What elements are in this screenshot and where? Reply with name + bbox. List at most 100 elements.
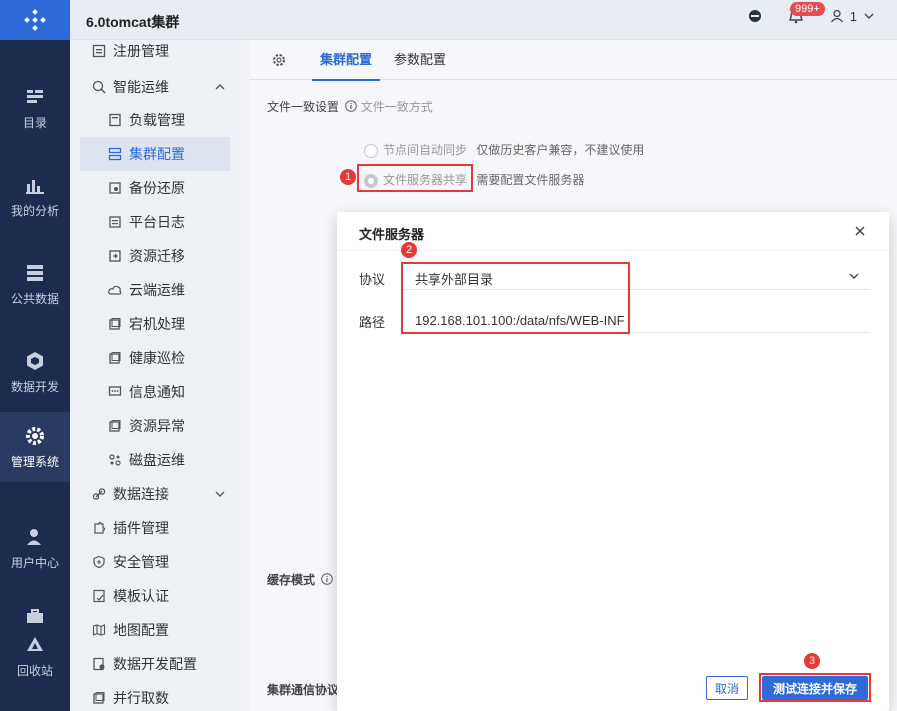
dialog-title: 文件服务器	[359, 227, 425, 242]
path-label: 路径	[359, 315, 386, 330]
annotation-box-1	[357, 164, 473, 192]
notification-badge: 999+	[790, 2, 825, 16]
cache-mode-section: 缓存模式	[267, 571, 334, 588]
migration-icon	[109, 250, 121, 262]
dialog-divider	[337, 250, 889, 251]
catalog-icon	[27, 89, 43, 103]
tab-cluster-config[interactable]: 集群配置	[312, 40, 381, 81]
sidebar-item-resource-error[interactable]: 资源异常	[70, 409, 240, 443]
rail-label: 管理系统	[10, 454, 59, 469]
sidebar-item-smart-ops[interactable]: 智能运维	[70, 70, 240, 104]
user-label: 1	[849, 8, 857, 24]
avatar-icon	[830, 9, 843, 23]
sidebar-item-migration[interactable]: 资源迁移	[70, 239, 240, 273]
rail-item-catalog[interactable]: 目录	[0, 73, 70, 143]
cancel-button[interactable]: 取消	[706, 676, 748, 700]
app-logo[interactable]	[0, 0, 70, 40]
map-icon	[92, 624, 106, 636]
sidebar-item-backup[interactable]: 备份还原	[70, 171, 240, 205]
downtime-icon	[109, 318, 121, 330]
analysis-icon	[26, 179, 44, 194]
app-title: 6.0tomcat集群	[86, 14, 180, 30]
file-server-dialog: 文件服务器 协议 共享外部目录 路径 192.168.101.100:/data…	[337, 212, 889, 711]
theme-icon[interactable]	[748, 9, 762, 23]
rail-item-recycle[interactable]: 回收站	[0, 597, 70, 687]
annotation-box-2	[401, 262, 630, 334]
ops-icon	[92, 80, 106, 94]
sidebar-item-register[interactable]: 注册管理	[70, 34, 240, 68]
shield-icon	[93, 555, 105, 569]
gear-icon	[26, 426, 44, 445]
chevron-up-icon	[215, 84, 225, 90]
radio-auto-sync[interactable]	[364, 143, 378, 158]
parallel-icon	[93, 692, 105, 704]
load-icon	[109, 113, 121, 127]
file-consistency-section: 文件一致设置 文件一致方式	[267, 98, 433, 115]
chevron-down-icon[interactable]	[848, 270, 860, 282]
protocol-label: 协议	[359, 272, 386, 287]
backup-icon	[109, 182, 121, 194]
sidebar-item-plugins[interactable]: 插件管理	[70, 511, 240, 545]
resource-error-icon	[109, 420, 121, 432]
sidebar-item-template-auth[interactable]: 模板认证	[70, 579, 240, 613]
rail-label: 公共数据	[10, 291, 59, 306]
sidebar-item-cloud[interactable]: 云端运维	[70, 273, 240, 307]
sidebar-item-notify[interactable]: 信息通知	[70, 375, 240, 409]
cache-mode-label: 缓存模式	[267, 573, 316, 587]
cluster-comm-label: 集群通信协议	[267, 683, 340, 697]
user-icon	[27, 528, 41, 545]
file-consistency-hint: 文件一致方式	[360, 100, 433, 114]
rail-label: 数据开发	[10, 379, 59, 394]
info-icon[interactable]	[321, 573, 334, 585]
sidebar-item-map[interactable]: 地图配置	[70, 613, 240, 647]
annotation-marker-3: 3	[804, 653, 820, 669]
register-icon	[92, 44, 106, 58]
health-icon	[109, 352, 121, 364]
info-icon[interactable]	[345, 100, 358, 112]
toolbox-icon	[27, 608, 43, 623]
dev-config-icon	[93, 657, 105, 671]
sidebar-item-data-dev-config[interactable]: 数据开发配置	[70, 647, 240, 681]
sidebar-item-health[interactable]: 健康巡检	[70, 341, 240, 375]
cluster-icon	[108, 147, 122, 161]
sidebar-item-load[interactable]: 负载管理	[70, 103, 240, 137]
rail-label: 用户中心	[10, 555, 59, 570]
log-icon	[109, 216, 121, 228]
rail-item-admin[interactable]: 管理系统	[0, 412, 70, 482]
dev-icon	[27, 351, 43, 370]
plugin-icon	[94, 521, 106, 534]
rail-item-analysis[interactable]: 我的分析	[0, 161, 70, 231]
message-icon	[108, 386, 122, 396]
sidebar-item-data-connection[interactable]: 数据连接	[70, 477, 240, 511]
template-icon	[93, 589, 105, 603]
annotation-marker-2: 2	[401, 242, 417, 258]
user-menu[interactable]: 1	[830, 9, 875, 24]
chevron-down-icon	[864, 13, 874, 19]
sidebar-item-cluster[interactable]: 集群配置	[80, 137, 230, 171]
sidebar-item-downtime[interactable]: 宕机处理	[70, 307, 240, 341]
sidebar-item-disk[interactable]: 磁盘运维	[70, 443, 240, 477]
rail-label: 目录	[22, 115, 47, 130]
sidebar-item-parallel-fetch[interactable]: 并行取数	[70, 681, 240, 711]
left-rail: 目录 我的分析 公共数据 数据开发 管理系统 用户中心 回收站	[0, 0, 70, 711]
annotation-marker-1: 1	[340, 169, 356, 185]
option-auto-sync[interactable]: 节点间自动同步 仅做历史客户兼容，不建议使用	[364, 141, 644, 158]
logo-icon	[24, 9, 46, 31]
sidebar: 注册管理 智能运维 负载管理 集群配置 备份还原 平台日志 资源迁移 云端运维 …	[70, 40, 240, 711]
file-consistency-label: 文件一致设置	[267, 100, 340, 114]
tab-param-config[interactable]: 参数配置	[386, 40, 454, 80]
sidebar-item-security[interactable]: 安全管理	[70, 545, 240, 579]
rail-item-public-data[interactable]: 公共数据	[0, 249, 70, 319]
rail-item-data-dev[interactable]: 数据开发	[0, 337, 70, 407]
settings-icon[interactable]	[272, 53, 286, 67]
chevron-down-icon	[215, 491, 225, 497]
cloud-icon	[108, 285, 122, 295]
close-icon[interactable]	[853, 224, 867, 238]
rail-label: 回收站	[16, 663, 53, 678]
rail-item-user-center[interactable]: 用户中心	[0, 513, 70, 583]
sidebar-item-logs[interactable]: 平台日志	[70, 205, 240, 239]
test-connection-save-button[interactable]: 测试连接并保存	[762, 676, 868, 700]
rail-label: 我的分析	[10, 203, 59, 218]
disk-icon	[109, 454, 121, 466]
data-icon	[27, 264, 43, 281]
